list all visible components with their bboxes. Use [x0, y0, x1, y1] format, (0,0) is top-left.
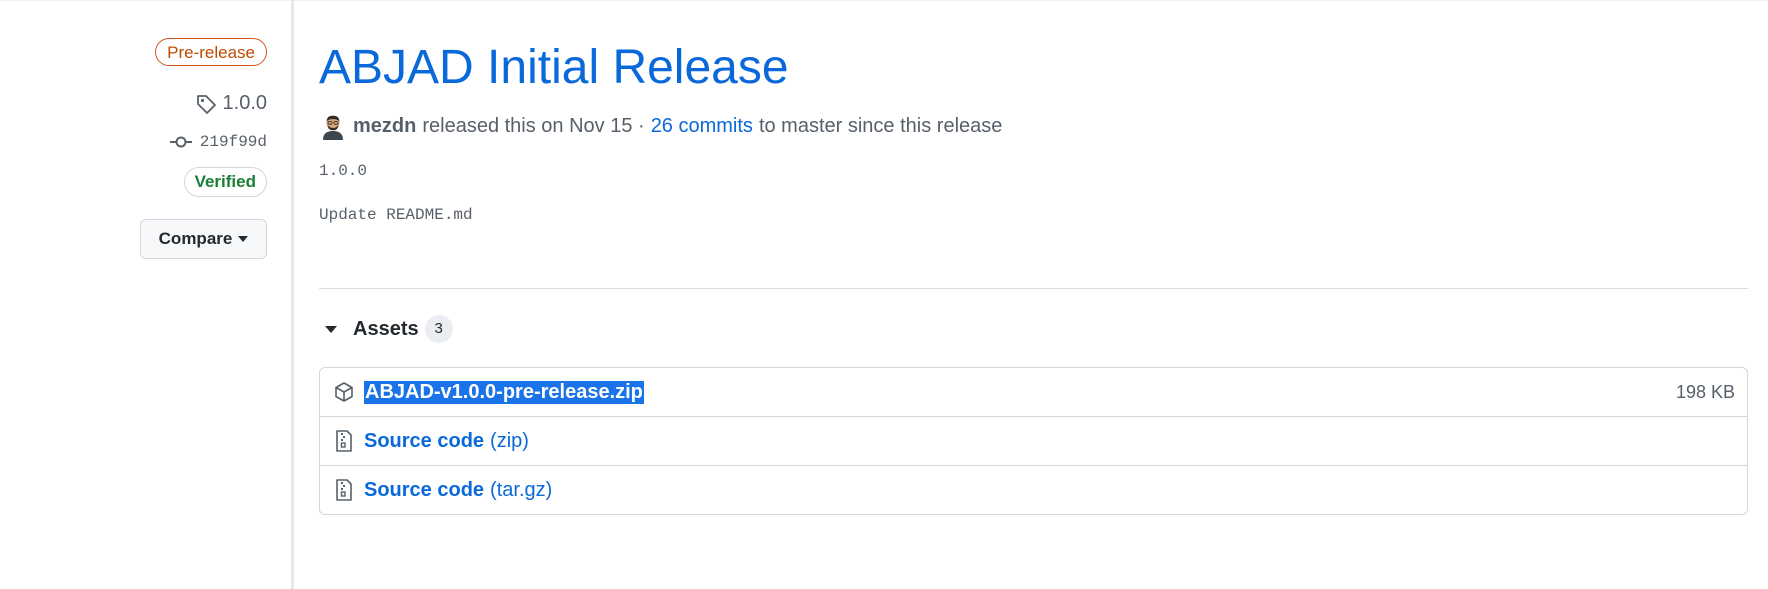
assets-count: 3: [424, 315, 453, 343]
source-code-label: Source code: [364, 429, 485, 452]
assets-toggle[interactable]: Assets 3: [319, 314, 453, 344]
tag-label: 1.0.0: [222, 92, 267, 114]
release-sidebar: Pre-release 1.0.0 219f99d Verified Compa…: [0, 0, 294, 589]
source-targz-link[interactable]: Source code (tar.gz): [364, 479, 552, 502]
release-title[interactable]: ABJAD Initial Release: [319, 40, 789, 95]
source-code-label: Source code: [364, 478, 485, 501]
asset-size: 198 KB: [1675, 381, 1735, 402]
divider: [319, 288, 1748, 289]
asset-download-link[interactable]: ABJAD-v1.0.0-pre-release.zip: [364, 380, 644, 404]
release-body-line: Update README.md: [319, 206, 473, 224]
asset-row: Source code (tar.gz): [320, 465, 1747, 514]
commit-link[interactable]: 219f99d: [169, 133, 267, 151]
tag-icon: [196, 94, 216, 114]
source-ext: (zip): [490, 429, 529, 452]
commit-sha: 219f99d: [199, 133, 267, 151]
triangle-down-icon: [325, 325, 337, 333]
caret-down-icon: [238, 236, 249, 242]
source-zip-link[interactable]: Source code (zip): [364, 430, 529, 453]
author-link[interactable]: mezdn: [353, 115, 416, 138]
release-body-line: 1.0.0: [319, 162, 368, 180]
released-text: released this on Nov 15 ·: [422, 114, 645, 137]
assets-label: Assets: [353, 317, 419, 340]
compare-label: Compare: [158, 229, 233, 248]
commits-link[interactable]: 26 commits: [651, 115, 753, 138]
commits-suffix: to master since this release: [758, 114, 1003, 137]
package-icon: [332, 380, 356, 404]
verified-badge[interactable]: Verified: [183, 167, 267, 197]
asset-row: ABJAD-v1.0.0-pre-release.zip 198 KB: [320, 368, 1747, 416]
git-commit-icon: [169, 136, 192, 148]
asset-row: Source code (zip): [320, 416, 1747, 465]
source-ext: (tar.gz): [490, 478, 553, 501]
tag-link[interactable]: 1.0.0: [195, 92, 267, 115]
assets-list: ABJAD-v1.0.0-pre-release.zip 198 KB Sour…: [319, 367, 1748, 515]
compare-button[interactable]: Compare: [140, 219, 267, 259]
file-zip-icon: [332, 429, 356, 453]
pre-release-badge: Pre-release: [155, 38, 267, 66]
release-byline: mezdn released this on Nov 15 · 26 commi…: [319, 112, 1002, 140]
avatar[interactable]: [319, 112, 347, 140]
file-zip-icon: [332, 478, 356, 502]
